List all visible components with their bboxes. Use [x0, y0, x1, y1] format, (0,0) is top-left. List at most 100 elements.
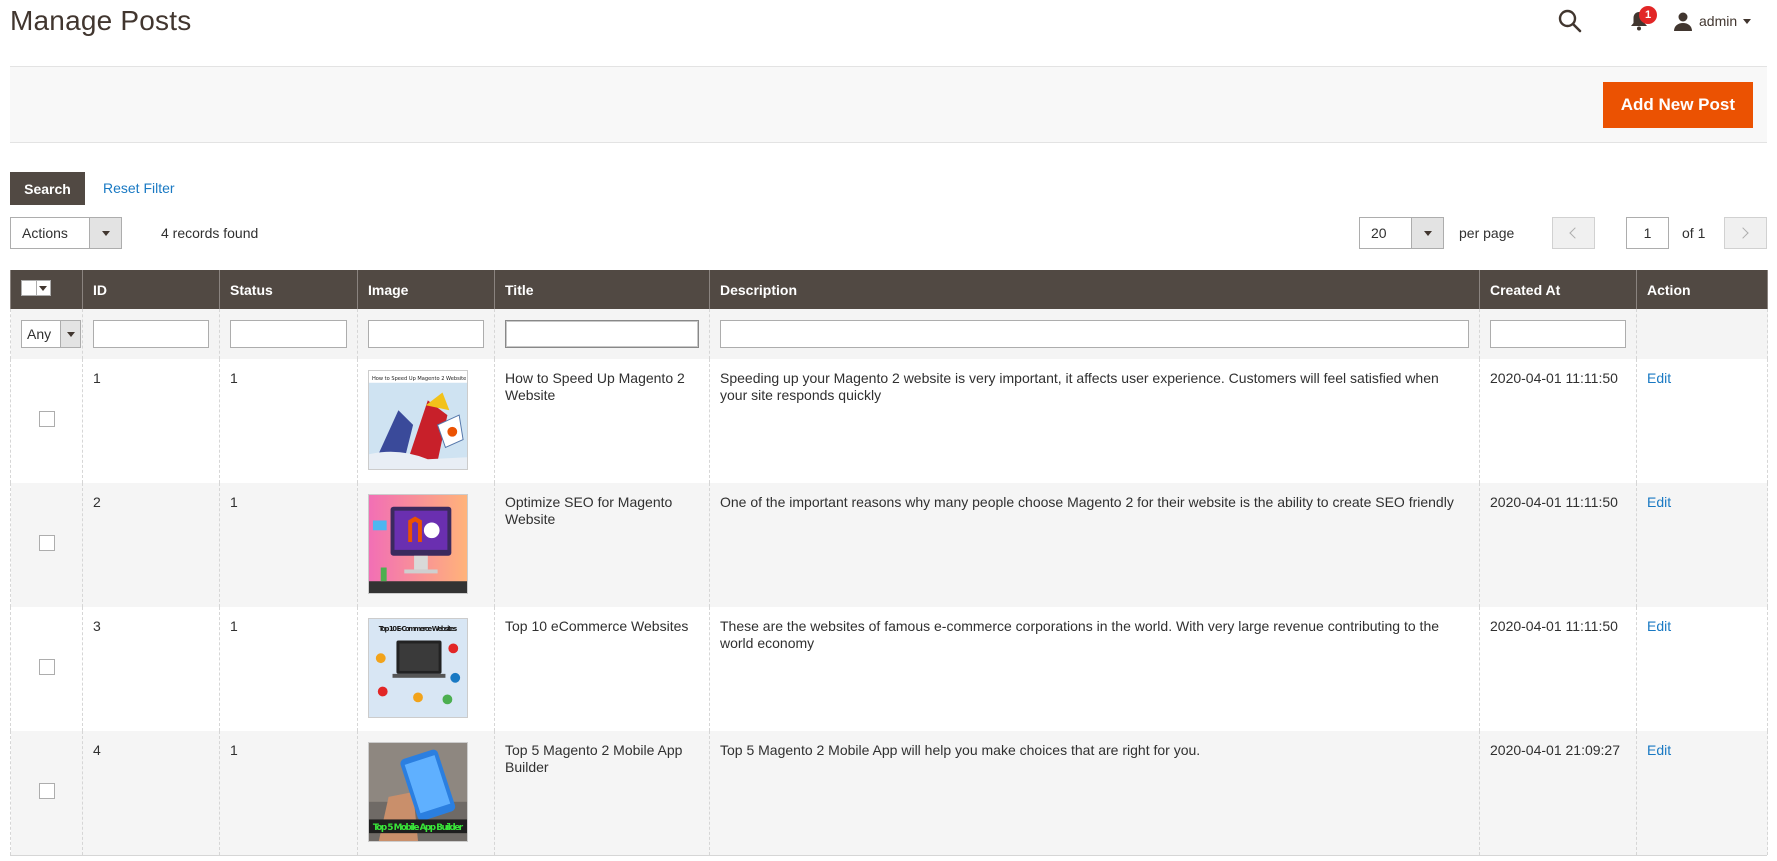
per-page-select[interactable]: 20: [1359, 217, 1444, 249]
post-thumbnail[interactable]: Top 10 E-Commerce Websites: [368, 618, 468, 718]
row-checkbox[interactable]: [38, 535, 55, 551]
grid-bottom-border: [10, 855, 1767, 856]
column-header-description[interactable]: Description: [709, 270, 1480, 309]
search-icon[interactable]: [1557, 8, 1583, 34]
cell-action: Edit: [1636, 731, 1768, 855]
column-header-image[interactable]: Image: [357, 270, 495, 309]
cell-action: Edit: [1636, 607, 1768, 731]
row-checkbox[interactable]: [38, 411, 55, 427]
thumbnail-caption: Top 10 E-Commerce Websites: [379, 625, 457, 633]
posts-grid: ID Status Image Title Description Create…: [10, 270, 1768, 855]
cell-status: 1: [219, 359, 358, 483]
per-page-value: 20: [1371, 225, 1387, 241]
thumbnail-caption: Top 5 Mobile App Builder: [373, 823, 464, 833]
filter-cell-select: Any: [10, 309, 83, 359]
post-thumbnail[interactable]: Top 5 Mobile App Builder: [368, 742, 468, 842]
chevron-left-icon[interactable]: [1552, 217, 1595, 249]
table-row: 1 1 How to Speed Up Magento 2 Website Ho…: [10, 359, 1768, 483]
any-label: Any: [27, 326, 52, 342]
row-checkbox[interactable]: [38, 659, 55, 675]
row-checkbox-cell: [10, 731, 83, 855]
chevron-down-icon: [1411, 218, 1443, 248]
cell-created-at: 2020-04-01 11:11:50: [1479, 359, 1637, 483]
cell-id: 2: [82, 483, 220, 607]
cell-id: 4: [82, 731, 220, 855]
cell-title: Top 5 Magento 2 Mobile App Builder: [494, 731, 710, 855]
user-icon: [1674, 12, 1692, 31]
column-header-title[interactable]: Title: [494, 270, 710, 309]
cell-action: Edit: [1636, 483, 1768, 607]
row-checkbox-cell: [10, 359, 83, 483]
row-checkbox-cell: [10, 483, 83, 607]
column-header-created-at[interactable]: Created At: [1479, 270, 1637, 309]
column-header-status[interactable]: Status: [219, 270, 358, 309]
post-thumbnail[interactable]: [368, 494, 468, 594]
records-found: 4 records found: [161, 225, 259, 241]
filter-cell-status: [219, 309, 358, 359]
table-row: 3 1 Top 10 E-Commerce Websites Top 10 eC…: [10, 607, 1768, 731]
cell-description: Speeding up your Magento 2 website is ve…: [709, 359, 1480, 483]
filter-cell-action: [1636, 309, 1768, 359]
page-number-input[interactable]: [1626, 217, 1669, 249]
mass-actions-select[interactable]: Actions: [10, 217, 122, 249]
page-count: of 1: [1682, 225, 1706, 241]
cell-image: Top 10 E-Commerce Websites: [357, 607, 495, 731]
cell-image: How to Speed Up Magento 2 Website: [357, 359, 495, 483]
status-any-select[interactable]: Any: [21, 320, 81, 348]
cell-created-at: 2020-04-01 11:11:50: [1479, 607, 1637, 731]
grid-header-row: ID Status Image Title Description Create…: [10, 270, 1768, 309]
filter-row: Any: [10, 309, 1768, 359]
post-thumbnail[interactable]: How to Speed Up Magento 2 Website: [368, 370, 468, 470]
edit-link[interactable]: Edit: [1647, 494, 1671, 510]
filter-cell-title: [494, 309, 710, 359]
filter-status-input[interactable]: [230, 320, 347, 348]
mass-actions-label: Actions: [22, 225, 68, 241]
select-all-checkbox[interactable]: [21, 280, 51, 296]
cell-title: Top 10 eCommerce Websites: [494, 607, 710, 731]
cell-description: These are the websites of famous e-comme…: [709, 607, 1480, 731]
cell-title: Optimize SEO for Magento Website: [494, 483, 710, 607]
filter-id-input[interactable]: [93, 320, 209, 348]
filter-cell-image: [357, 309, 495, 359]
table-row: 4 1 Top 5 Mobile App Builder Top 5 Magen…: [10, 731, 1768, 855]
filter-cell-description: [709, 309, 1480, 359]
reset-filter-link[interactable]: Reset Filter: [103, 180, 175, 196]
filter-title-input[interactable]: [505, 320, 699, 348]
chevron-down-icon: [37, 280, 51, 296]
notification-badge: 1: [1639, 6, 1657, 24]
cell-image: Top 5 Mobile App Builder: [357, 731, 495, 855]
edit-link[interactable]: Edit: [1647, 618, 1671, 634]
column-header-id[interactable]: ID: [82, 270, 220, 309]
table-row: 2 1 Optimize SEO for Magento Website One…: [10, 483, 1768, 607]
chevron-down-icon: [1743, 18, 1752, 24]
cell-status: 1: [219, 607, 358, 731]
cell-created-at: 2020-04-01 11:11:50: [1479, 483, 1637, 607]
add-new-post-button[interactable]: Add New Post: [1602, 82, 1753, 128]
cell-description: One of the important reasons why many pe…: [709, 483, 1480, 607]
column-header-action: Action: [1636, 270, 1768, 309]
page-actions-bar: Add New Post: [10, 66, 1767, 143]
filter-cell-created-at: [1479, 309, 1637, 359]
cell-status: 1: [219, 731, 358, 855]
filter-image-input[interactable]: [368, 320, 484, 348]
chevron-down-icon: [89, 218, 121, 248]
cell-description: Top 5 Magento 2 Mobile App will help you…: [709, 731, 1480, 855]
search-button[interactable]: Search: [10, 172, 85, 205]
edit-link[interactable]: Edit: [1647, 742, 1671, 758]
filter-description-input[interactable]: [720, 320, 1469, 348]
edit-link[interactable]: Edit: [1647, 370, 1671, 386]
cell-id: 3: [82, 607, 220, 731]
row-checkbox[interactable]: [38, 783, 55, 799]
filter-cell-id: [82, 309, 220, 359]
thumbnail-caption: How to Speed Up Magento 2 Website: [372, 376, 466, 382]
cell-status: 1: [219, 483, 358, 607]
chevron-right-icon[interactable]: [1724, 217, 1767, 249]
cell-created-at: 2020-04-01 21:09:27: [1479, 731, 1637, 855]
user-menu[interactable]: admin: [1673, 8, 1773, 34]
user-name: admin: [1699, 13, 1738, 29]
cell-id: 1: [82, 359, 220, 483]
filter-created-at-input[interactable]: [1490, 320, 1626, 348]
header-select-all[interactable]: [10, 270, 83, 309]
cell-image: [357, 483, 495, 607]
cell-title: How to Speed Up Magento 2 Website: [494, 359, 710, 483]
